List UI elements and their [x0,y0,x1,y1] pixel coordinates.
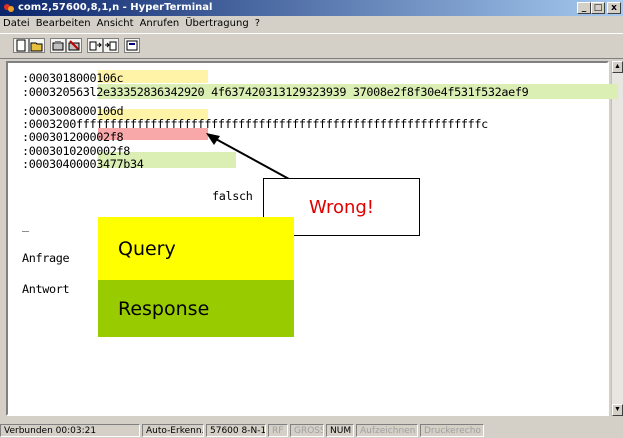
properties-icon [126,40,138,51]
status-gross: GROSS [290,424,324,437]
send-button[interactable] [87,38,103,53]
phone-icon [52,41,64,51]
menu-bearbeiten[interactable]: Bearbeiten [33,16,94,32]
terminal-line: :0003010200002f8 [22,144,131,158]
open-button[interactable] [29,38,45,53]
menu-datei[interactable]: Datei [0,16,33,32]
status-aufzeichnen: Aufzeichnen [356,424,418,437]
antwort-label: Antwort [22,282,70,296]
terminal-line: :0003018000106c [22,71,124,85]
terminal-cursor: _ [22,218,29,232]
terminal-line: :00030400003477b34 [22,157,144,171]
terminal-line: :0003008000106d [22,104,124,118]
query-box: Query [98,217,294,280]
title-bar: com2,57600,8,1,n - HyperTerminal _ □ x [0,0,623,16]
menu-anrufen[interactable]: Anrufen [137,16,183,32]
send-file-icon [89,41,102,51]
open-folder-icon [30,42,43,52]
status-num: NUM [326,424,354,437]
anfrage-label: Anfrage [22,251,70,265]
status-port-settings: 57600 8-N-1 [206,424,266,437]
new-document-icon [16,39,26,52]
maximize-button[interactable]: □ [591,2,605,14]
status-druckerecho: Druckerecho [420,424,484,437]
status-auto-detect: Auto-Erkenn. [142,424,204,437]
terminal-line: :0003200ffffffffffffffffffffffffffffffff… [22,117,488,131]
menu-ansicht[interactable]: Ansicht [94,16,137,32]
minimize-button[interactable]: _ [577,2,591,14]
scroll-up-arrow-icon[interactable]: ▲ [612,61,623,73]
terminal-line: :000301200002f8 [22,130,124,144]
response-box: Response [98,280,294,337]
properties-button[interactable] [124,38,140,53]
receive-file-icon [105,41,117,51]
status-bar: Verbunden 00:03:21 Auto-Erkenn. 57600 8-… [0,424,623,438]
window-title: com2,57600,8,1,n - HyperTerminal [18,2,213,13]
status-rf: RF [268,424,288,437]
hyperterminal-icon [4,4,14,12]
menu-help[interactable]: ? [252,16,263,32]
close-button[interactable]: x [607,2,621,14]
hangup-icon [68,40,80,51]
scroll-down-arrow-icon[interactable]: ▼ [612,404,623,416]
terminal-line: :000320563l2e33352836342920 4f6374203131… [22,85,529,99]
new-connection-button[interactable] [13,38,29,53]
menu-uebertragung[interactable]: Übertragung [182,16,251,32]
receive-button[interactable] [103,38,119,53]
vertical-scrollbar[interactable]: ▲ ▼ [611,61,623,416]
disconnect-button[interactable] [66,38,82,53]
menu-bar: Datei Bearbeiten Ansicht Anrufen Übertra… [0,16,623,32]
status-connected: Verbunden 00:03:21 [0,424,140,437]
toolbar [0,33,623,59]
connect-button[interactable] [50,38,66,53]
